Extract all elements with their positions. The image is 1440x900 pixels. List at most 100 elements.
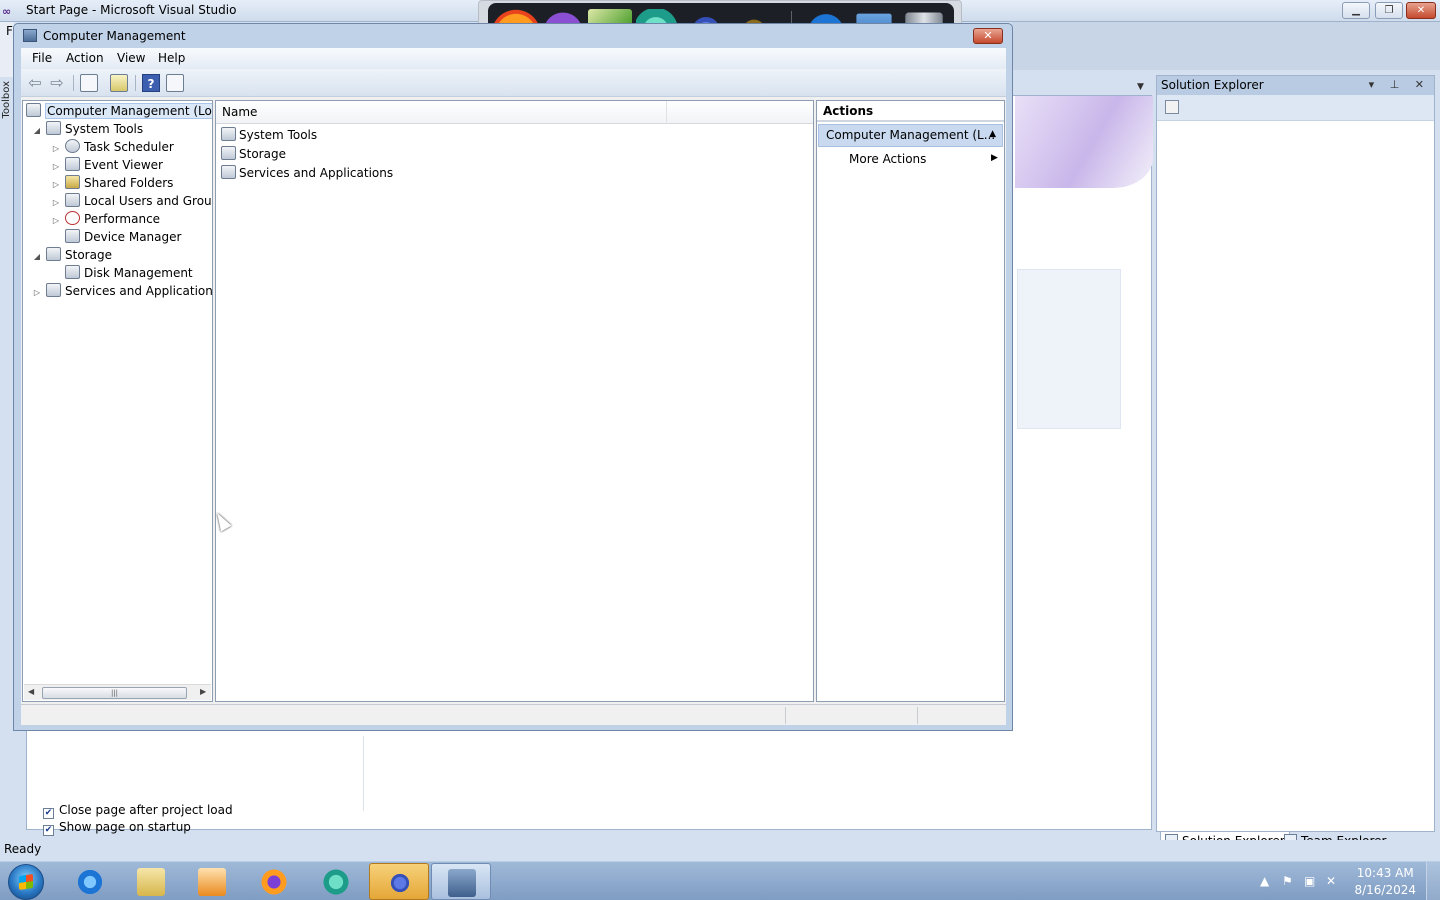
taskbar-internet-explorer[interactable]: [60, 863, 120, 900]
vs-window-title: Start Page - Microsoft Visual Studio: [26, 3, 237, 17]
back-arrow-icon[interactable]: ⇦: [26, 74, 44, 92]
event-viewer-icon: [65, 157, 80, 171]
visual-studio-icon: ∞: [2, 5, 12, 18]
visual-studio-icon: [386, 869, 414, 897]
device-manager-icon: [65, 229, 80, 243]
cm-title-bar: Computer Management ✕: [14, 24, 1012, 48]
horizontal-scrollbar[interactable]: ◀ ||| ▶: [24, 684, 211, 700]
show-hide-console-tree-icon[interactable]: [80, 74, 98, 92]
taskbar-computer-management[interactable]: [431, 863, 491, 900]
services-applications-icon: [46, 283, 61, 297]
tree-item-disk-management[interactable]: Disk Management: [51, 264, 193, 282]
taskbar-firefox[interactable]: [244, 863, 304, 900]
collapse-icon[interactable]: ◢: [32, 122, 42, 140]
tree-item-shared-folders[interactable]: ▷ Shared Folders: [51, 174, 173, 192]
taskbar-file-explorer[interactable]: [121, 863, 181, 900]
menu-view[interactable]: View: [117, 51, 145, 65]
status-text: Ready: [4, 842, 42, 856]
scroll-left-arrow-icon[interactable]: ◀: [28, 687, 34, 696]
volume-muted-icon[interactable]: ✕: [1326, 874, 1336, 888]
taskbar: ▲ ⚑ ▣ ✕ 10:43 AM 8/16/2024: [0, 861, 1440, 900]
toolbar-separator: [135, 75, 136, 91]
more-actions-item[interactable]: More Actions: [849, 152, 926, 166]
panel-controls[interactable]: ▾ ⊥ ✕: [1369, 78, 1430, 91]
submenu-arrow-icon[interactable]: ▶: [991, 153, 998, 163]
taskbar-media-player[interactable]: [182, 863, 242, 900]
start-button[interactable]: [8, 864, 44, 900]
vs-menu-bar: F: [0, 22, 14, 82]
cm-window-title: Computer Management: [43, 29, 186, 43]
tree-item-system-tools[interactable]: ◢ System Tools: [32, 120, 143, 138]
computer-management-icon: [26, 103, 41, 117]
status-separator: [917, 707, 918, 724]
toolbox-tab[interactable]: Toolbox: [0, 77, 14, 177]
shared-folders-icon: [65, 175, 80, 189]
help-icon[interactable]: ?: [142, 74, 160, 92]
task-scheduler-icon: [65, 139, 80, 153]
expand-icon[interactable]: ▷: [32, 284, 42, 302]
tree-item-services-and-applications[interactable]: ▷ Services and Applications: [32, 282, 212, 302]
show-hidden-icons-icon[interactable]: ▲: [1260, 874, 1269, 888]
console-tree: Computer Management (Local ◢ System Tools…: [22, 100, 213, 702]
actions-section-computer-management[interactable]: Computer Management (L... ▲: [818, 124, 1003, 147]
close-button[interactable]: ✕: [973, 28, 1003, 44]
scroll-right-arrow-icon[interactable]: ▶: [200, 687, 206, 696]
tree-item-computer-management[interactable]: Computer Management (Local: [26, 102, 212, 120]
vs-toolbar-area: [1012, 22, 1440, 70]
disk-management-icon: [65, 265, 80, 279]
show-desktop-button[interactable]: [1426, 862, 1440, 900]
vs-status-bar: Ready: [0, 840, 1440, 861]
menu-action[interactable]: Action: [66, 51, 104, 65]
actions-pane: Actions Computer Management (L... ▲ More…: [816, 100, 1005, 702]
restore-button[interactable]: ❐: [1375, 2, 1403, 19]
menu-help[interactable]: Help: [158, 51, 185, 65]
collapse-up-icon[interactable]: ▲: [989, 129, 996, 139]
list-item-services-and-applications[interactable]: Services and Applications: [221, 164, 393, 183]
media-player-icon: [198, 868, 226, 896]
system-tools-icon: [221, 127, 236, 141]
scrollbar-thumb[interactable]: |||: [42, 687, 187, 699]
column-header-empty[interactable]: [667, 101, 813, 124]
file-menu[interactable]: F: [6, 24, 13, 38]
actions-header: Actions: [817, 101, 1004, 122]
computer-management-window: Computer Management ✕ File Action View H…: [13, 23, 1013, 731]
tree-item-task-scheduler[interactable]: ▷ Task Scheduler: [51, 138, 174, 156]
services-applications-icon: [221, 165, 236, 179]
tree-item-device-manager[interactable]: Device Manager: [51, 228, 181, 246]
show-action-pane-icon[interactable]: [166, 74, 184, 92]
show-on-startup-checkbox[interactable]: ✔ Show page on startup: [43, 820, 191, 836]
forward-arrow-icon[interactable]: ⇨: [48, 74, 66, 92]
close-button[interactable]: ✕: [1406, 2, 1436, 19]
computer-management-icon: [448, 869, 476, 897]
action-center-flag-icon[interactable]: ⚑: [1282, 874, 1293, 888]
local-users-icon: [65, 193, 80, 207]
results-list: Name System Tools Storage Services and A…: [215, 100, 814, 702]
status-separator: [785, 707, 786, 724]
list-item-storage[interactable]: Storage: [221, 145, 286, 164]
checkbox-checked-icon[interactable]: ✔: [43, 808, 54, 819]
toolbar-separator: [73, 75, 74, 91]
taskbar-visual-studio[interactable]: [369, 863, 429, 900]
tree-item-performance[interactable]: ▷ Performance: [51, 210, 160, 228]
export-list-icon[interactable]: [110, 74, 128, 92]
menu-file[interactable]: File: [32, 51, 52, 65]
taskbar-chat-app[interactable]: [306, 863, 366, 900]
chevron-down-icon[interactable]: ▼: [1137, 82, 1144, 92]
tree-item-local-users-and-groups[interactable]: ▷ Local Users and Groups: [51, 192, 212, 210]
column-header-name[interactable]: Name: [216, 101, 667, 124]
clock[interactable]: 10:43 AM 8/16/2024: [1354, 865, 1416, 899]
minimize-button[interactable]: ▁: [1342, 2, 1370, 19]
list-item-system-tools[interactable]: System Tools: [221, 126, 317, 145]
list-header: Name: [216, 101, 813, 124]
solution-explorer-panel: Solution Explorer ▾ ⊥ ✕: [1156, 75, 1435, 832]
tree-item-event-viewer[interactable]: ▷ Event Viewer: [51, 156, 163, 174]
collapse-icon[interactable]: ◢: [32, 248, 42, 266]
network-icon[interactable]: ▣: [1304, 874, 1315, 888]
properties-icon[interactable]: [1165, 100, 1179, 114]
firefox-icon: [260, 868, 288, 896]
checkbox-checked-icon[interactable]: ✔: [43, 825, 54, 836]
cm-toolbar: ⇦ ⇨ ?: [21, 69, 1006, 97]
chat-icon: [322, 868, 350, 896]
close-after-load-checkbox[interactable]: ✔ Close page after project load: [43, 803, 233, 819]
tree-item-storage[interactable]: ◢ Storage: [32, 246, 112, 264]
